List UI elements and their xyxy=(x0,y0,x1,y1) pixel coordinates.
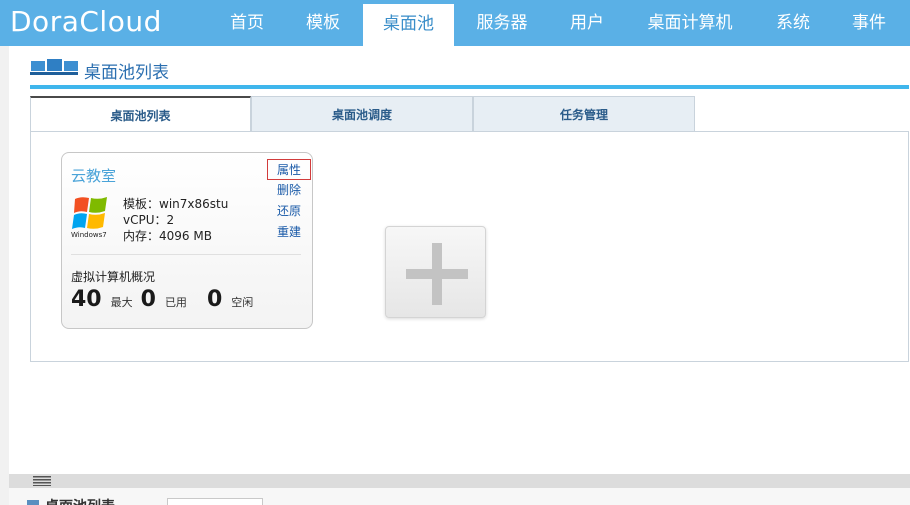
vm-overview-label: 虚拟计算机概况 xyxy=(71,270,156,284)
bottom-panel-title: 桌面池列表 xyxy=(45,496,115,505)
nav-item-home[interactable]: 首页 xyxy=(216,0,278,46)
windows-logo-icon: Windows7 xyxy=(71,197,107,239)
pool-actions: 属性 删除 还原 重建 xyxy=(267,159,311,243)
restore-link[interactable]: 还原 xyxy=(267,201,311,222)
used-label: 已用 xyxy=(164,296,187,309)
used-count: 0 xyxy=(140,287,156,312)
section-divider xyxy=(30,85,909,89)
pool-name-link[interactable]: 云教室 xyxy=(71,165,116,186)
desktop-pool-card: 云教室 属性 删除 还原 重建 Windows7 模板：win7x86stu v… xyxy=(61,152,313,329)
tab-desktop-pool-list[interactable]: 桌面池列表 xyxy=(30,96,251,133)
panel-splitter[interactable] xyxy=(9,474,910,488)
bottom-select[interactable] xyxy=(167,498,263,505)
idle-label: 空闲 xyxy=(231,296,254,309)
plus-icon-vertical xyxy=(432,243,442,305)
max-label: 最大 xyxy=(110,296,133,309)
top-nav-bar: DoraCloud 首页 模板 桌面池 服务器 用户 桌面计算机 系统 事件 xyxy=(0,0,910,46)
tab-bar: 桌面池列表 桌面池调度 任务管理 xyxy=(30,96,910,133)
tab-task-management[interactable]: 任务管理 xyxy=(473,96,695,132)
app-logo[interactable]: DoraCloud xyxy=(10,5,162,38)
vm-stats: 40 最大 0 已用 0 空闲 xyxy=(71,287,261,315)
nav-item-events[interactable]: 事件 xyxy=(838,0,900,46)
vcpu-info: vCPU：2 xyxy=(123,213,175,227)
nav-item-servers[interactable]: 服务器 xyxy=(462,0,542,46)
bottom-panel: 桌面池列表 xyxy=(9,488,910,505)
nav-item-desktop-pools[interactable]: 桌面池 xyxy=(363,4,454,46)
desktop-pool-small-icon xyxy=(27,500,39,505)
page: DoraCloud 首页 模板 桌面池 服务器 用户 桌面计算机 系统 事件 桌… xyxy=(0,0,910,505)
add-pool-button[interactable] xyxy=(385,226,486,318)
memory-info: 内存：4096 MB xyxy=(123,229,212,243)
pool-info: 模板：win7x86stu vCPU：2 内存：4096 MB xyxy=(123,196,228,244)
nav-item-users[interactable]: 用户 xyxy=(556,0,618,46)
section-title: 桌面池列表 xyxy=(84,63,169,83)
delete-link[interactable]: 删除 xyxy=(267,180,311,201)
rebuild-link[interactable]: 重建 xyxy=(267,222,311,243)
nav-item-system[interactable]: 系统 xyxy=(762,0,824,46)
properties-link[interactable]: 属性 xyxy=(267,159,311,180)
desktop-pool-icon xyxy=(30,59,78,75)
nav-item-desktop-computers[interactable]: 桌面计算机 xyxy=(632,0,748,46)
windows-logo-text: Windows7 xyxy=(71,231,107,239)
tab-desktop-pool-scheduling[interactable]: 桌面池调度 xyxy=(251,96,473,132)
template-info: 模板：win7x86stu xyxy=(123,197,229,211)
max-count: 40 xyxy=(71,287,102,312)
idle-count: 0 xyxy=(206,287,223,312)
card-divider xyxy=(71,254,301,255)
left-edge-strip xyxy=(0,46,9,505)
nav-item-templates[interactable]: 模板 xyxy=(292,0,354,46)
grip-icon[interactable] xyxy=(33,476,51,486)
